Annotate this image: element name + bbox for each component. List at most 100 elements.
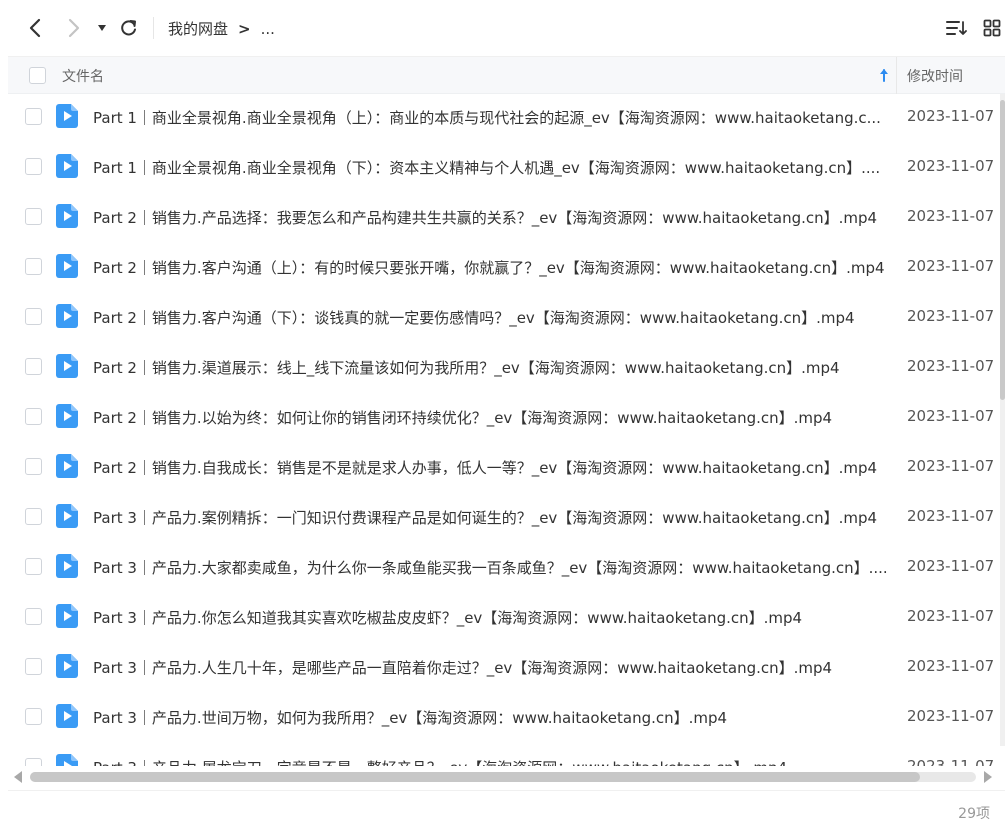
scroll-left-arrow-icon[interactable] — [14, 771, 22, 783]
file-name[interactable]: Part 3｜产品力.人生几十年，是哪些产品一直陪着你走过？_ev【海淘资源网：… — [93, 657, 893, 678]
file-list: Part 1｜商业全景视角.商业全景视角（上）：商业的本质与现代社会的起源_ev… — [8, 94, 1000, 766]
row-checkbox[interactable] — [25, 108, 42, 125]
chevron-left-icon — [29, 18, 41, 38]
video-file-icon — [56, 254, 78, 278]
toolbar-divider — [153, 17, 154, 39]
file-modified-date: 2023-11-07 — [907, 407, 995, 425]
file-modified-date: 2023-11-07 — [907, 557, 995, 575]
arrow-up-icon — [880, 69, 888, 82]
video-file-icon — [56, 104, 78, 128]
file-row[interactable]: Part 3｜产品力.案例精拆：一门知识付费课程产品是如何诞生的？_ev【海淘资… — [8, 493, 1000, 543]
file-row[interactable]: Part 3｜产品力.屠龙宝刀，完竟是不是一整好产品？_ev【海淘资源网：www… — [8, 743, 1000, 766]
video-file-icon — [56, 554, 78, 578]
row-checkbox[interactable] — [25, 508, 42, 525]
file-modified-date: 2023-11-07 — [907, 107, 995, 125]
video-file-icon — [56, 604, 78, 628]
refresh-button[interactable] — [115, 14, 143, 42]
file-row[interactable]: Part 3｜产品力.人生几十年，是哪些产品一直陪着你走过？_ev【海淘资源网：… — [8, 643, 1000, 693]
row-checkbox[interactable] — [25, 208, 42, 225]
row-checkbox[interactable] — [25, 458, 42, 475]
vertical-scroll-thumb[interactable] — [1000, 100, 1005, 400]
video-file-icon — [56, 204, 78, 228]
file-name[interactable]: Part 2｜销售力.自我成长：销售是不是就是求人办事，低人一等？_ev【海淘资… — [93, 457, 893, 478]
video-file-icon — [56, 654, 78, 678]
select-all-checkbox[interactable] — [29, 67, 46, 84]
file-row[interactable]: Part 1｜商业全景视角.商业全景视角（上）：商业的本质与现代社会的起源_ev… — [8, 94, 1000, 143]
refresh-icon — [121, 20, 136, 36]
row-checkbox[interactable] — [25, 408, 42, 425]
file-name[interactable]: Part 3｜产品力.大家都卖咸鱼，为什么你一条咸鱼能买我一百条咸鱼？_ev【海… — [93, 557, 893, 578]
file-row[interactable]: Part 2｜销售力.客户沟通（下）：谈钱真的就一定要伤感情吗？_ev【海淘资源… — [8, 293, 1000, 343]
file-modified-date: 2023-11-07 — [907, 707, 995, 725]
file-row[interactable]: Part 3｜产品力.世间万物，如何为我所用？_ev【海淘资源网：www.hai… — [8, 693, 1000, 743]
row-checkbox[interactable] — [25, 258, 42, 275]
file-name[interactable]: Part 2｜销售力.渠道展示：线上_线下流量该如何为我所用？_ev【海淘资源网… — [93, 357, 893, 378]
item-count: 29项 — [958, 806, 990, 822]
breadcrumb-root[interactable]: 我的网盘 — [168, 18, 228, 39]
video-file-icon — [56, 504, 78, 528]
file-name[interactable]: Part 1｜商业全景视角.商业全景视角（上）：商业的本质与现代社会的起源_ev… — [93, 107, 893, 128]
file-name[interactable]: Part 1｜商业全景视角.商业全景视角（下）：资本主义精神与个人机遇_ev【海… — [93, 157, 893, 178]
video-file-icon — [56, 154, 78, 178]
vertical-scrollbar[interactable] — [1000, 94, 1005, 746]
file-row[interactable]: Part 2｜销售力.产品选择：我要怎么和产品构建共生共赢的关系？_ev【海淘资… — [8, 193, 1000, 243]
column-header-modified[interactable]: 修改时间 — [907, 66, 963, 86]
file-modified-date: 2023-11-07 — [907, 657, 995, 675]
file-row[interactable]: Part 2｜销售力.渠道展示：线上_线下流量该如何为我所用？_ev【海淘资源网… — [8, 343, 1000, 393]
file-modified-date: 2023-11-07 — [907, 207, 995, 225]
file-row[interactable]: Part 1｜商业全景视角.商业全景视角（下）：资本主义精神与个人机遇_ev【海… — [8, 143, 1000, 193]
file-modified-date: 2023-11-07 — [907, 357, 995, 375]
row-checkbox[interactable] — [25, 608, 42, 625]
forward-button[interactable] — [60, 14, 88, 42]
row-checkbox[interactable] — [25, 358, 42, 375]
horizontal-scroll-thumb[interactable] — [30, 772, 920, 782]
video-file-icon — [56, 754, 78, 766]
video-file-icon — [56, 304, 78, 328]
file-name[interactable]: Part 2｜销售力.产品选择：我要怎么和产品构建共生共赢的关系？_ev【海淘资… — [93, 207, 893, 228]
file-row[interactable]: Part 2｜销售力.客户沟通（上）：有的时候只要张开嘴，你就赢了？_ev【海淘… — [8, 243, 1000, 293]
file-row[interactable]: Part 2｜销售力.以始为终：如何让你的销售闭环持续优化？_ev【海淘资源网：… — [8, 393, 1000, 443]
history-dropdown-button[interactable] — [89, 14, 115, 42]
row-checkbox[interactable] — [25, 708, 42, 725]
file-modified-date: 2023-11-07 — [907, 307, 995, 325]
video-file-icon — [56, 704, 78, 728]
file-row[interactable]: Part 3｜产品力.大家都卖咸鱼，为什么你一条咸鱼能买我一百条咸鱼？_ev【海… — [8, 543, 1000, 593]
row-checkbox[interactable] — [25, 658, 42, 675]
grid-view-button[interactable] — [978, 14, 1005, 42]
column-divider[interactable] — [896, 57, 897, 94]
file-name[interactable]: Part 2｜销售力.客户沟通（下）：谈钱真的就一定要伤感情吗？_ev【海淘资源… — [93, 307, 893, 328]
video-file-icon — [56, 454, 78, 478]
breadcrumb-separator-icon: > — [238, 19, 251, 38]
video-file-icon — [56, 404, 78, 428]
file-name[interactable]: Part 3｜产品力.屠龙宝刀，完竟是不是一整好产品？_ev【海淘资源网：www… — [93, 757, 893, 766]
file-name[interactable]: Part 2｜销售力.客户沟通（上）：有的时候只要张开嘴，你就赢了？_ev【海淘… — [93, 257, 893, 278]
file-modified-date: 2023-11-07 — [907, 157, 995, 175]
sort-direction-button[interactable] — [876, 65, 892, 85]
chevron-right-icon — [68, 18, 80, 38]
file-name[interactable]: Part 3｜产品力.世间万物，如何为我所用？_ev【海淘资源网：www.hai… — [93, 707, 893, 728]
status-bar: 29项 — [8, 790, 1005, 834]
row-checkbox[interactable] — [25, 558, 42, 575]
file-name[interactable]: Part 3｜产品力.案例精拆：一门知识付费课程产品是如何诞生的？_ev【海淘资… — [93, 507, 893, 528]
row-checkbox[interactable] — [25, 308, 42, 325]
file-name[interactable]: Part 3｜产品力.你怎么知道我其实喜欢吃椒盐皮皮虾？_ev【海淘资源网：ww… — [93, 607, 893, 628]
row-checkbox[interactable] — [25, 158, 42, 175]
horizontal-scrollbar[interactable] — [14, 768, 992, 786]
file-name[interactable]: Part 2｜销售力.以始为终：如何让你的销售闭环持续优化？_ev【海淘资源网：… — [93, 407, 893, 428]
breadcrumb-more[interactable]: ... — [261, 20, 275, 38]
column-header: 文件名 修改时间 — [8, 56, 1005, 94]
file-modified-date: 2023-11-07 — [907, 757, 995, 766]
back-button[interactable] — [21, 14, 49, 42]
grid-view-icon — [983, 19, 1001, 37]
caret-down-icon — [98, 25, 106, 31]
file-row[interactable]: Part 3｜产品力.你怎么知道我其实喜欢吃椒盐皮皮虾？_ev【海淘资源网：ww… — [8, 593, 1000, 643]
file-modified-date: 2023-11-07 — [907, 607, 995, 625]
row-checkbox[interactable] — [25, 758, 42, 766]
column-header-name[interactable]: 文件名 — [62, 66, 104, 86]
sort-button[interactable] — [942, 14, 970, 42]
file-modified-date: 2023-11-07 — [907, 257, 995, 275]
file-modified-date: 2023-11-07 — [907, 457, 995, 475]
file-row[interactable]: Part 2｜销售力.自我成长：销售是不是就是求人办事，低人一等？_ev【海淘资… — [8, 443, 1000, 493]
sort-icon — [946, 21, 967, 35]
scroll-right-arrow-icon[interactable] — [984, 771, 992, 783]
